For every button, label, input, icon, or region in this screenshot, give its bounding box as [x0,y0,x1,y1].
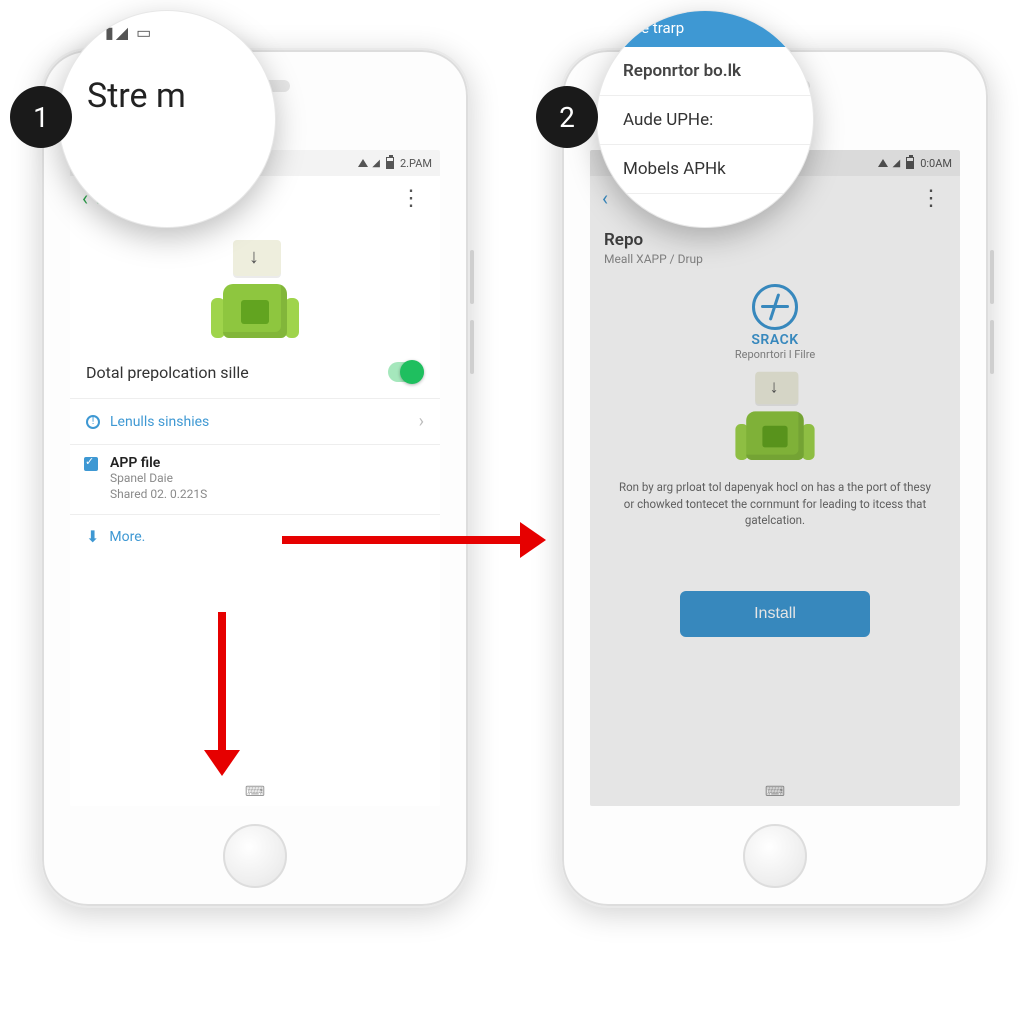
home-button[interactable] [743,824,807,888]
brand-name: SRACK [590,332,960,348]
link-row[interactable]: ! Lenulls sinshies › [70,399,440,445]
magnifier-2-header: ture trarp [597,11,813,47]
status-icons: ▮◢ ▭ [105,23,251,42]
file-subtitle-1: Spanel Daie [110,471,424,487]
app-mascot-icon [209,238,301,338]
setting-row-toggle[interactable]: Dotal prepolcation sille [70,346,440,399]
magnifier-2-item-3[interactable]: Mobels APHk [597,145,813,194]
battery-icon [906,157,914,169]
brand-sub: Reponrtori l Filre [590,348,960,361]
signal-icon [878,159,888,167]
arrow-right [282,536,540,544]
file-subtitle-2: Shared 02. 0.221S [110,487,424,503]
overflow-menu-icon[interactable]: ⋮ [914,182,948,215]
file-title: APP file [110,455,424,471]
keyboard-icon[interactable]: ⌨ [245,784,265,800]
repo-subtitle: Meall XAPP / Drup [590,252,960,276]
info-icon: ! [86,415,100,429]
status-time: 2.PAM [400,157,432,170]
download-icon: ⬇ [86,527,99,546]
signal-icon-2: ◢ [372,158,380,169]
status-time: 0:0AM [920,157,952,170]
battery-icon [386,157,394,169]
step-badge-1: 1 [10,86,72,148]
app-description: Ron by arg prloat tol dapenyak hocl on h… [590,473,960,535]
magnifier-2-item-2[interactable]: Aude UPHe: [597,96,813,145]
signal-icon-2: ◢ [892,158,900,169]
file-checkbox[interactable] [84,457,98,471]
chevron-right-icon: › [419,411,424,432]
app-mascot-icon [734,370,817,460]
step-badge-2: 2 [536,86,598,148]
magnifier-2: ture trarp Reponrtor bo.lk Aude UPHe: Mo… [596,10,814,228]
magnifier-1-title: Stre m [87,76,251,116]
setting-toggle[interactable] [388,362,424,382]
more-label: More. [109,529,145,545]
link-label: Lenulls sinshies [110,414,209,430]
home-button[interactable] [223,824,287,888]
phone-1-screen: ◢ 2.PAM ‹ ak ⋮ Dotal prepolcation sille … [70,150,440,806]
keyboard-icon[interactable]: ⌨ [765,784,785,800]
magnifier-1: ▮◢ ▭ Stre m [58,10,276,228]
phone-2-screen: ◢ 0:0AM ‹ ⋮ Repo Meall XAPP / Drup SRACK… [590,150,960,806]
brand-logo-icon [752,284,798,330]
arrow-down [218,612,226,770]
install-button[interactable]: Install [680,591,870,637]
setting-label: Dotal prepolcation sille [86,363,249,382]
signal-icon [358,159,368,167]
overflow-menu-icon[interactable]: ⋮ [394,182,428,215]
magnifier-2-item-1[interactable]: Reponrtor bo.lk [597,47,813,96]
file-row[interactable]: APP file Spanel Daie Shared 02. 0.221S [70,445,440,515]
